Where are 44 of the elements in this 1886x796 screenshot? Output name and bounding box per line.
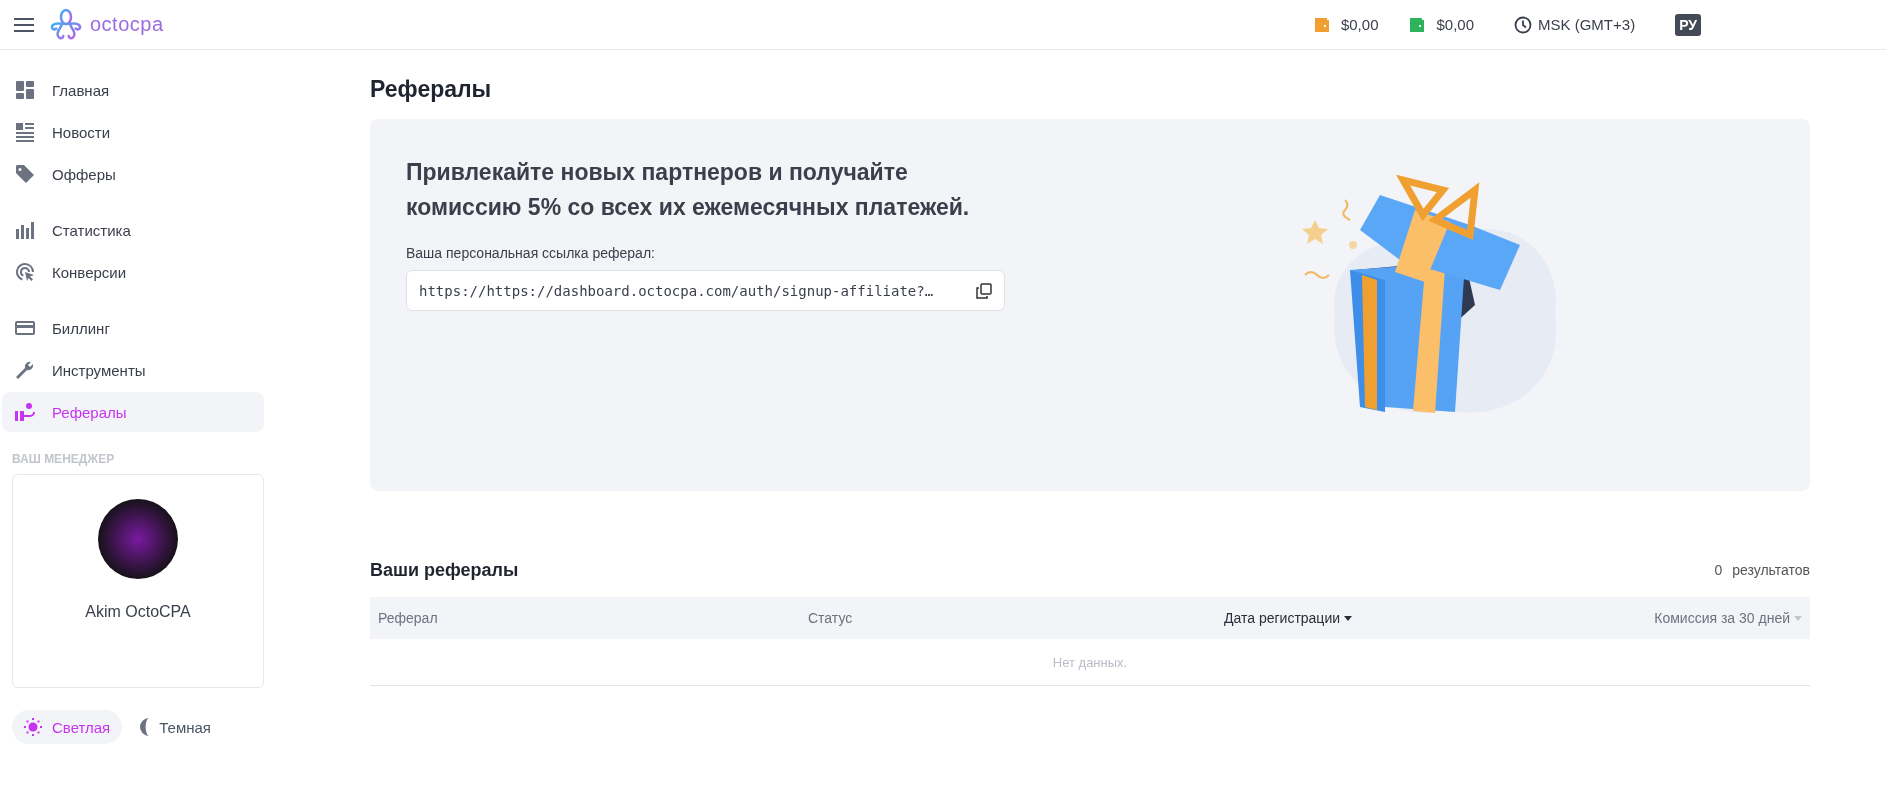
column-header[interactable]: Дата регистрации	[1208, 610, 1505, 626]
clock-icon	[1514, 15, 1533, 34]
field-label: Ваша персональная ссылка реферал:	[406, 245, 656, 261]
sidebar-item[interactable]: Офферы	[2, 154, 264, 194]
empty-message: Нет данных.	[1052, 654, 1128, 670]
caret-icon	[1344, 615, 1353, 621]
section-heading: ВАШ МЕНЕДЖЕР	[12, 452, 116, 466]
link-field[interactable]: https://https://dashboard.octocpa.com/auth/signup-affiliate?…	[406, 270, 1005, 311]
balance-amount: $0,00	[1340, 16, 1379, 33]
sun-icon	[24, 718, 42, 736]
copy-icon[interactable]	[976, 282, 992, 299]
column-header: Реферал	[378, 610, 439, 626]
referral-icon	[14, 401, 36, 423]
sidebar-item[interactable]: Статистика	[2, 210, 264, 250]
banner-heading: Привлекайте новых партнеров и получайте комиссию 5% со всех их ежемесячных платежей.	[406, 158, 971, 222]
results-count: 0	[1714, 562, 1723, 578]
sidebar-item[interactable]: Рефералы	[2, 392, 264, 432]
tag-icon	[14, 163, 36, 185]
sidebar-item[interactable]: Биллинг	[2, 308, 264, 348]
section-title: Ваши рефералы	[370, 559, 519, 581]
sidebar-item[interactable]: Инструменты	[2, 350, 264, 390]
sidebar-item[interactable]: Главная	[2, 70, 264, 110]
target-icon	[14, 261, 36, 283]
sidebar-item[interactable]: Новости	[2, 112, 264, 152]
chart-icon	[14, 219, 36, 241]
theme-option[interactable]: Светлая	[12, 710, 123, 744]
caret-icon	[1794, 615, 1802, 621]
manager-name: Akim OctoCPA	[85, 603, 191, 621]
balance-amount: $0,00	[1436, 16, 1475, 33]
column-header: Статус	[808, 610, 854, 626]
menu-icon[interactable]	[14, 16, 34, 33]
sidebar-item[interactable]: Конверсии	[2, 252, 264, 292]
dashboard-icon	[14, 79, 36, 101]
page-title: Рефералы	[370, 76, 493, 103]
wrench-icon	[14, 359, 36, 381]
column-header[interactable]: Комиссия за 30 дней	[1505, 610, 1802, 626]
language-button[interactable]: РУ	[1675, 13, 1701, 36]
theme-option[interactable]: Темная	[128, 710, 223, 744]
results-label: результатов	[1732, 562, 1810, 578]
logo-text: octocpa	[90, 13, 164, 36]
octopus-logo-icon	[48, 7, 84, 42]
moon-icon	[140, 718, 150, 736]
timezone-label[interactable]: MSK (GMT+3)	[1538, 16, 1636, 33]
news-icon	[14, 121, 36, 143]
